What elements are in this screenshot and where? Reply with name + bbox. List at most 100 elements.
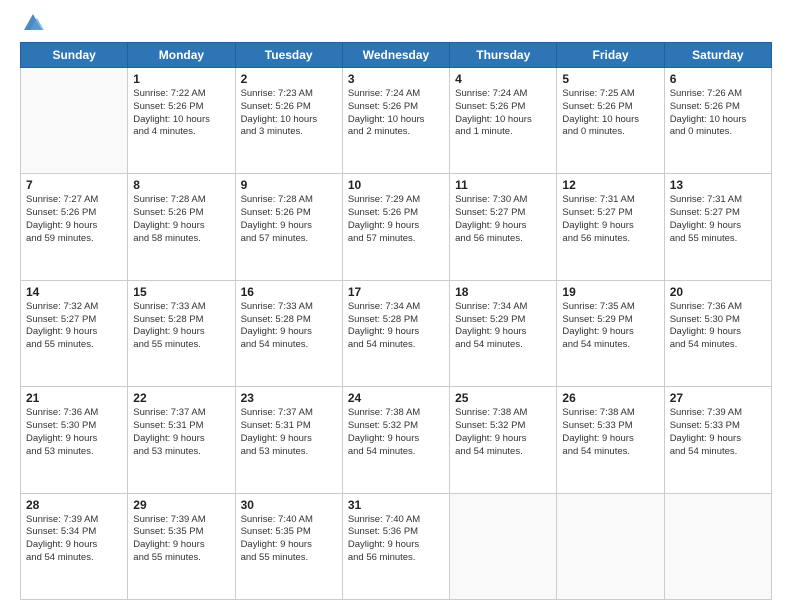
day-number: 6: [670, 72, 766, 86]
calendar-cell: 19Sunrise: 7:35 AMSunset: 5:29 PMDayligh…: [557, 280, 664, 386]
calendar-cell: [450, 493, 557, 599]
calendar-cell: 7Sunrise: 7:27 AMSunset: 5:26 PMDaylight…: [21, 174, 128, 280]
logo-icon: [22, 12, 44, 34]
day-number: 26: [562, 391, 658, 405]
calendar-cell: 17Sunrise: 7:34 AMSunset: 5:28 PMDayligh…: [342, 280, 449, 386]
day-info: Sunrise: 7:24 AMSunset: 5:26 PMDaylight:…: [348, 88, 444, 139]
calendar-header-saturday: Saturday: [664, 43, 771, 68]
calendar-cell: 16 Sunrise: 7:33 AMSunset: 5:28 PMDayligh…: [235, 280, 342, 386]
day-info: Sunrise: 7:38 AMSunset: 5:32 PMDaylight:…: [455, 407, 551, 458]
calendar-header-row: SundayMondayTuesdayWednesdayThursdayFrid…: [21, 43, 772, 68]
calendar-cell: 8Sunrise: 7:28 AMSunset: 5:26 PMDaylight…: [128, 174, 235, 280]
calendar-cell: 13Sunrise: 7:31 AMSunset: 5:27 PMDayligh…: [664, 174, 771, 280]
day-number: 10: [348, 178, 444, 192]
day-info: Sunrise: 7:28 AMSunset: 5:26 PMDaylight:…: [133, 194, 229, 245]
day-info: Sunrise: 7:40 AMSunset: 5:36 PMDaylight:…: [348, 514, 444, 565]
calendar-cell: [664, 493, 771, 599]
day-info: Sunrise: 7:33 AMSunset: 5:28 PMDaylight:…: [241, 301, 337, 352]
day-info: Sunrise: 7:28 AMSunset: 5:26 PMDaylight:…: [241, 194, 337, 245]
calendar-cell: 12 Sunrise: 7:31 AMSunset: 5:27 PMDayligh…: [557, 174, 664, 280]
calendar-cell: 27 Sunrise: 7:39 AMSunset: 5:33 PMDayligh…: [664, 387, 771, 493]
day-info: Sunrise: 7:29 AMSunset: 5:26 PMDaylight:…: [348, 194, 444, 245]
day-number: 21: [26, 391, 122, 405]
day-number: 27: [670, 391, 766, 405]
calendar-week-2: 7Sunrise: 7:27 AMSunset: 5:26 PMDaylight…: [21, 174, 772, 280]
day-number: 12: [562, 178, 658, 192]
calendar-header-wednesday: Wednesday: [342, 43, 449, 68]
logo: [20, 16, 44, 32]
calendar-cell: 15 Sunrise: 7:33 AMSunset: 5:28 PMDayligh…: [128, 280, 235, 386]
day-info: Sunrise: 7:30 AMSunset: 5:27 PMDaylight:…: [455, 194, 551, 245]
calendar-cell: 28 Sunrise: 7:39 AMSunset: 5:34 PMDayligh…: [21, 493, 128, 599]
day-number: 3: [348, 72, 444, 86]
day-number: 22: [133, 391, 229, 405]
day-info: Sunrise: 7:25 AMSunset: 5:26 PMDaylight:…: [562, 88, 658, 139]
day-info: Sunrise: 7:34 AMSunset: 5:29 PMDaylight:…: [455, 301, 551, 352]
day-number: 18: [455, 285, 551, 299]
calendar-header-friday: Friday: [557, 43, 664, 68]
calendar-cell: 1 Sunrise: 7:22 AMSunset: 5:26 PMDaylight…: [128, 68, 235, 174]
day-info: Sunrise: 7:33 AMSunset: 5:28 PMDaylight:…: [133, 301, 229, 352]
calendar-cell: 26 Sunrise: 7:38 AMSunset: 5:33 PMDayligh…: [557, 387, 664, 493]
calendar-cell: 25 Sunrise: 7:38 AMSunset: 5:32 PMDayligh…: [450, 387, 557, 493]
day-info: Sunrise: 7:38 AMSunset: 5:33 PMDaylight:…: [562, 407, 658, 458]
calendar-cell: 4 Sunrise: 7:24 AMSunset: 5:26 PMDaylight…: [450, 68, 557, 174]
calendar-header-sunday: Sunday: [21, 43, 128, 68]
day-info: Sunrise: 7:22 AMSunset: 5:26 PMDaylight:…: [133, 88, 229, 139]
day-number: 28: [26, 498, 122, 512]
page: SundayMondayTuesdayWednesdayThursdayFrid…: [0, 0, 792, 612]
calendar-cell: 9 Sunrise: 7:28 AMSunset: 5:26 PMDaylight…: [235, 174, 342, 280]
day-number: 4: [455, 72, 551, 86]
day-info: Sunrise: 7:40 AMSunset: 5:35 PMDaylight:…: [241, 514, 337, 565]
calendar-cell: 11Sunrise: 7:30 AMSunset: 5:27 PMDayligh…: [450, 174, 557, 280]
calendar-cell: 31 Sunrise: 7:40 AMSunset: 5:36 PMDayligh…: [342, 493, 449, 599]
day-info: Sunrise: 7:37 AMSunset: 5:31 PMDaylight:…: [133, 407, 229, 458]
calendar-week-4: 21 Sunrise: 7:36 AMSunset: 5:30 PMDayligh…: [21, 387, 772, 493]
calendar-week-1: 1 Sunrise: 7:22 AMSunset: 5:26 PMDaylight…: [21, 68, 772, 174]
calendar-cell: [557, 493, 664, 599]
calendar-cell: 2Sunrise: 7:23 AMSunset: 5:26 PMDaylight…: [235, 68, 342, 174]
day-info: Sunrise: 7:35 AMSunset: 5:29 PMDaylight:…: [562, 301, 658, 352]
day-info: Sunrise: 7:27 AMSunset: 5:26 PMDaylight:…: [26, 194, 122, 245]
day-number: 25: [455, 391, 551, 405]
day-number: 5: [562, 72, 658, 86]
calendar-cell: 29 Sunrise: 7:39 AMSunset: 5:35 PMDayligh…: [128, 493, 235, 599]
calendar-cell: 18 Sunrise: 7:34 AMSunset: 5:29 PMDayligh…: [450, 280, 557, 386]
day-number: 20: [670, 285, 766, 299]
calendar-cell: 6 Sunrise: 7:26 AMSunset: 5:26 PMDaylight…: [664, 68, 771, 174]
day-number: 15: [133, 285, 229, 299]
day-info: Sunrise: 7:39 AMSunset: 5:34 PMDaylight:…: [26, 514, 122, 565]
calendar-cell: 23Sunrise: 7:37 AMSunset: 5:31 PMDayligh…: [235, 387, 342, 493]
day-info: Sunrise: 7:38 AMSunset: 5:32 PMDaylight:…: [348, 407, 444, 458]
day-info: Sunrise: 7:39 AMSunset: 5:35 PMDaylight:…: [133, 514, 229, 565]
calendar-cell: 10 Sunrise: 7:29 AMSunset: 5:26 PMDayligh…: [342, 174, 449, 280]
day-number: 14: [26, 285, 122, 299]
day-number: 30: [241, 498, 337, 512]
day-info: Sunrise: 7:26 AMSunset: 5:26 PMDaylight:…: [670, 88, 766, 139]
day-info: Sunrise: 7:31 AMSunset: 5:27 PMDaylight:…: [562, 194, 658, 245]
calendar-cell: 5 Sunrise: 7:25 AMSunset: 5:26 PMDaylight…: [557, 68, 664, 174]
calendar-table: SundayMondayTuesdayWednesdayThursdayFrid…: [20, 42, 772, 600]
day-info: Sunrise: 7:36 AMSunset: 5:30 PMDaylight:…: [26, 407, 122, 458]
calendar-week-5: 28 Sunrise: 7:39 AMSunset: 5:34 PMDayligh…: [21, 493, 772, 599]
calendar-week-3: 14 Sunrise: 7:32 AMSunset: 5:27 PMDayligh…: [21, 280, 772, 386]
calendar-cell: [21, 68, 128, 174]
day-info: Sunrise: 7:39 AMSunset: 5:33 PMDaylight:…: [670, 407, 766, 458]
day-info: Sunrise: 7:36 AMSunset: 5:30 PMDaylight:…: [670, 301, 766, 352]
day-number: 1: [133, 72, 229, 86]
day-number: 31: [348, 498, 444, 512]
calendar-cell: 30 Sunrise: 7:40 AMSunset: 5:35 PMDayligh…: [235, 493, 342, 599]
calendar-header-thursday: Thursday: [450, 43, 557, 68]
day-info: Sunrise: 7:37 AMSunset: 5:31 PMDaylight:…: [241, 407, 337, 458]
calendar-cell: 20 Sunrise: 7:36 AMSunset: 5:30 PMDayligh…: [664, 280, 771, 386]
day-number: 24: [348, 391, 444, 405]
day-number: 16: [241, 285, 337, 299]
day-info: Sunrise: 7:32 AMSunset: 5:27 PMDaylight:…: [26, 301, 122, 352]
day-number: 29: [133, 498, 229, 512]
day-info: Sunrise: 7:24 AMSunset: 5:26 PMDaylight:…: [455, 88, 551, 139]
calendar-cell: 22 Sunrise: 7:37 AMSunset: 5:31 PMDayligh…: [128, 387, 235, 493]
day-number: 13: [670, 178, 766, 192]
calendar-header-tuesday: Tuesday: [235, 43, 342, 68]
day-number: 9: [241, 178, 337, 192]
day-number: 2: [241, 72, 337, 86]
